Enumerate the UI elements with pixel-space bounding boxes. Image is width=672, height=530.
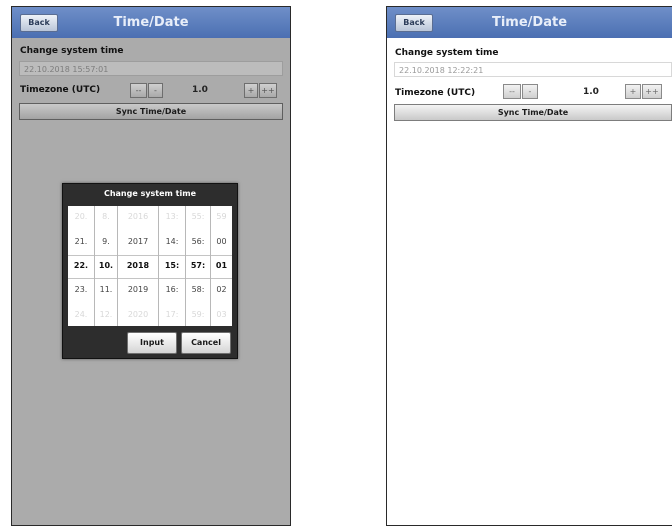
timezone-label: Timezone (UTC)	[395, 88, 476, 98]
picker-value[interactable]: 00	[211, 237, 232, 246]
picker-value[interactable]: 8.	[95, 212, 117, 221]
picker-value[interactable]: 16:	[159, 285, 185, 294]
back-button[interactable]: Back	[395, 14, 433, 32]
change-system-time-label: Change system time	[395, 48, 499, 58]
picker-value[interactable]: 14:	[159, 237, 185, 246]
sync-time-date-button[interactable]: Sync Time/Date	[394, 104, 672, 121]
picker-value[interactable]: 56:	[186, 237, 210, 246]
sync-time-date-button[interactable]: Sync Time/Date	[19, 103, 283, 120]
timezone-value: 1.0	[192, 85, 208, 95]
timezone-value: 1.0	[583, 87, 599, 97]
picker-value[interactable]: 58:	[186, 285, 210, 294]
change-time-dialog: Change system time 20. 21. 22. 23. 24. 8…	[62, 183, 238, 359]
picker-value[interactable]: 2018	[118, 261, 158, 270]
picker-value[interactable]: 57:	[186, 261, 210, 270]
picker-value[interactable]: 23.	[68, 285, 94, 294]
picker-value[interactable]: 59:	[186, 310, 210, 319]
picker-value[interactable]: 2016	[118, 212, 158, 221]
picker-value[interactable]: 20.	[68, 212, 94, 221]
input-button[interactable]: Input	[127, 332, 177, 354]
title-bar: Time/Date Back	[387, 7, 672, 38]
picker-value[interactable]: 55:	[186, 212, 210, 221]
picker-value[interactable]: 2019	[118, 285, 158, 294]
picker-minute-column[interactable]: 55: 56: 57: 58: 59:	[186, 206, 211, 326]
tz-decrement-large-button[interactable]: --	[130, 83, 147, 98]
picker-value[interactable]: 9.	[95, 237, 117, 246]
picker-year-column[interactable]: 2016 2017 2018 2019 2020	[118, 206, 159, 326]
dialog-title: Change system time	[103, 189, 197, 198]
picker-value[interactable]: 22.	[68, 261, 94, 270]
picker-value[interactable]: 59	[211, 212, 232, 221]
picker-value[interactable]: 02	[211, 285, 232, 294]
picker-hour-column[interactable]: 13: 14: 15: 16: 17:	[159, 206, 186, 326]
timezone-label: Timezone (UTC)	[20, 85, 101, 95]
picker-second-column[interactable]: 59 00 01 02 03	[211, 206, 232, 326]
picker-month-column[interactable]: 8. 9. 10. 11. 12.	[95, 206, 118, 326]
cancel-button[interactable]: Cancel	[181, 332, 231, 354]
tz-increment-large-button[interactable]: ++	[259, 83, 277, 98]
datetime-field[interactable]: 22.10.2018 15:57:01	[19, 61, 283, 76]
picker-value[interactable]: 10.	[95, 261, 117, 270]
picker-value[interactable]: 2020	[118, 310, 158, 319]
phone-screen-right: Time/Date Back Change system time 22.10.…	[386, 6, 672, 526]
tz-decrement-button[interactable]: -	[148, 83, 163, 98]
picker-value[interactable]: 03	[211, 310, 232, 319]
phone-screen-left: Time/Date Back Change system time 22.10.…	[11, 6, 291, 526]
picker-value[interactable]: 17:	[159, 310, 185, 319]
tz-increment-button[interactable]: +	[625, 84, 641, 99]
tz-increment-large-button[interactable]: ++	[642, 84, 662, 99]
date-time-picker: 20. 21. 22. 23. 24. 8. 9. 10. 11. 12. 20…	[68, 206, 232, 326]
picker-value[interactable]: 24.	[68, 310, 94, 319]
datetime-field[interactable]: 22.10.2018 12:22:21	[394, 62, 672, 77]
picker-value[interactable]: 12.	[95, 310, 117, 319]
tz-decrement-large-button[interactable]: --	[503, 84, 521, 99]
picker-value[interactable]: 2017	[118, 237, 158, 246]
picker-value[interactable]: 11.	[95, 285, 117, 294]
tz-increment-button[interactable]: +	[244, 83, 258, 98]
tz-decrement-button[interactable]: -	[522, 84, 538, 99]
back-button[interactable]: Back	[20, 14, 58, 32]
picker-value[interactable]: 01	[211, 261, 232, 270]
picker-value[interactable]: 21.	[68, 237, 94, 246]
picker-value[interactable]: 13:	[159, 212, 185, 221]
picker-value[interactable]: 15:	[159, 261, 185, 270]
change-system-time-label: Change system time	[20, 46, 124, 56]
title-bar: Time/Date Back	[12, 7, 290, 38]
picker-day-column[interactable]: 20. 21. 22. 23. 24.	[68, 206, 95, 326]
